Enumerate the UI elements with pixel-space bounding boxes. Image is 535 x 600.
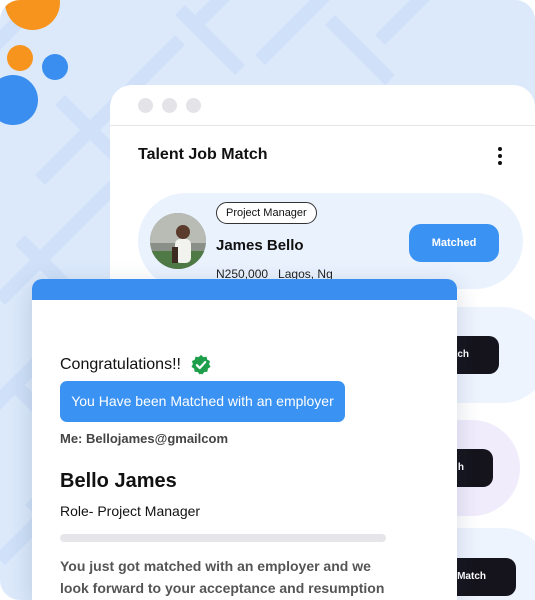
match-message: You just got matched with an employer an… bbox=[60, 558, 385, 596]
window-titlebar bbox=[110, 85, 535, 126]
candidate-name: James Bello bbox=[216, 237, 304, 254]
match-notification-popup: Congratulations!! You Have been Matched … bbox=[32, 279, 457, 600]
decor-dot-orange-small bbox=[7, 45, 33, 71]
app-title: Talent Job Match bbox=[138, 146, 268, 163]
match-button-4-label: Match bbox=[457, 571, 486, 582]
role-chip: Project Manager bbox=[216, 202, 317, 224]
role-line: Role- Project Manager bbox=[60, 503, 201, 519]
person-name: Bello James bbox=[60, 470, 177, 492]
window-dot-3[interactable] bbox=[186, 98, 201, 113]
verified-check-icon bbox=[191, 354, 211, 375]
congrats-text: Congratulations!! bbox=[60, 356, 181, 373]
candidate-card[interactable]: Project Manager James Bello N250,000 Lago… bbox=[138, 193, 523, 289]
match-button-3-label: h bbox=[457, 462, 464, 473]
congrats-heading: Congratulations!! bbox=[60, 354, 212, 376]
match-banner: You Have been Matched with an employer bbox=[60, 381, 345, 422]
matched-button[interactable]: Matched bbox=[409, 224, 499, 262]
email-line: Me: Bellojames@gmailcom bbox=[60, 431, 229, 446]
divider bbox=[60, 534, 386, 542]
popup-header bbox=[32, 279, 457, 300]
decor-dot-blue-small bbox=[42, 54, 68, 80]
more-options-icon[interactable] bbox=[495, 145, 505, 165]
avatar bbox=[150, 213, 206, 269]
window-dot-1[interactable] bbox=[138, 98, 153, 113]
window-dot-2[interactable] bbox=[162, 98, 177, 113]
